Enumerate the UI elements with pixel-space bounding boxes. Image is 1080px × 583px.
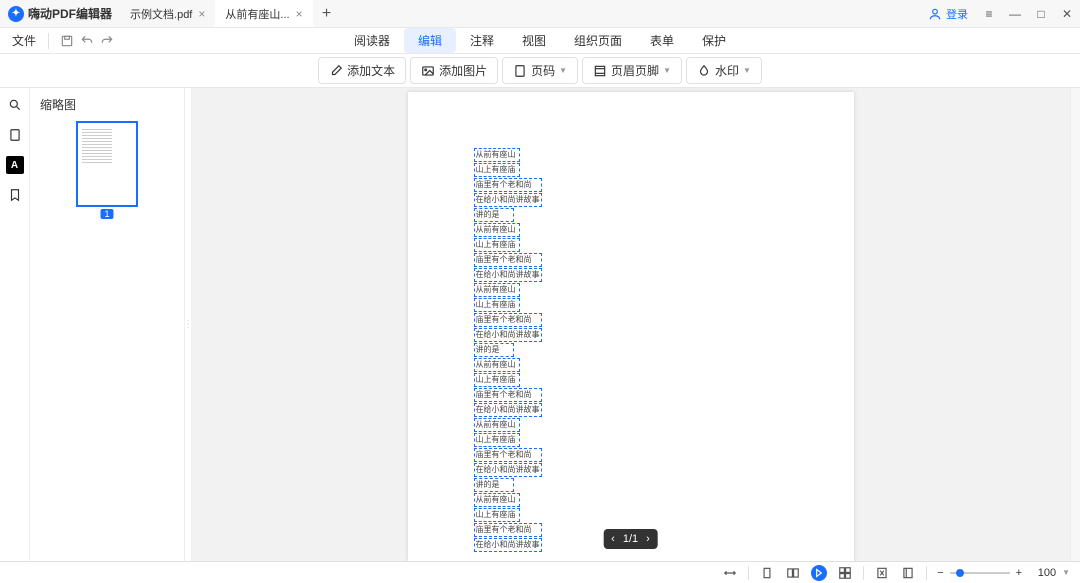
page-1[interactable]: 从前有座山山上有座庙庙里有个老和尚在给小和尚讲故事讲的是从前有座山山上有座庙庙里… <box>408 92 854 561</box>
watermark-icon <box>697 64 711 78</box>
thumbnail-panel-title: 缩略图 <box>38 96 176 113</box>
text-block[interactable]: 从前有座山 <box>474 418 520 432</box>
thumbnail-page-number: 1 <box>100 209 113 219</box>
canvas[interactable]: 从前有座山山上有座庙庙里有个老和尚在给小和尚讲故事讲的是从前有座山山上有座庙庙里… <box>191 88 1070 561</box>
app-name: 嗨动PDF编辑器 <box>28 5 112 22</box>
login-button[interactable]: 登录 <box>920 6 976 22</box>
page-number-button[interactable]: 页码 ▼ <box>502 57 578 84</box>
prev-page-button[interactable]: ‹ <box>611 533 615 545</box>
next-page-button[interactable]: › <box>646 533 650 545</box>
add-image-button[interactable]: 添加图片 <box>410 57 498 84</box>
undo-icon[interactable] <box>77 31 97 51</box>
continuous-two-page-icon[interactable] <box>837 565 853 581</box>
document-tabs: 示例文档.pdf × 从前有座山... × + <box>120 0 341 27</box>
page-icon <box>513 64 527 78</box>
text-block[interactable]: 庙里有个老和尚 <box>474 253 542 267</box>
add-tab-button[interactable]: + <box>313 0 341 27</box>
chevron-down-icon[interactable]: ▼ <box>1062 568 1070 577</box>
header-footer-button[interactable]: 页眉页脚 ▼ <box>582 57 682 84</box>
chevron-down-icon: ▼ <box>663 66 671 75</box>
tab-edit[interactable]: 编辑 <box>404 28 456 53</box>
continuous-scroll-icon[interactable] <box>811 565 827 581</box>
zoom-control: − + 100 ▼ <box>937 567 1070 579</box>
image-icon <box>421 64 435 78</box>
login-label: 登录 <box>946 6 968 22</box>
text-block[interactable]: 在给小和尚讲故事 <box>474 268 542 282</box>
actual-size-icon[interactable] <box>900 565 916 581</box>
menu-icon[interactable]: ≡ <box>976 0 1002 28</box>
text-block[interactable]: 庙里有个老和尚 <box>474 448 542 462</box>
page-thumbnail-1[interactable]: 1 <box>76 121 138 207</box>
text-block[interactable]: 山上有座庙 <box>474 508 520 522</box>
text-block[interactable]: 山上有座庙 <box>474 238 520 252</box>
redo-icon[interactable] <box>97 31 117 51</box>
text-block[interactable]: 在给小和尚讲故事 <box>474 328 542 342</box>
watermark-button[interactable]: 水印 ▼ <box>686 57 762 84</box>
zoom-out-button[interactable]: − <box>937 567 943 579</box>
tab-form[interactable]: 表单 <box>636 28 688 53</box>
app-logo-icon: ✦ <box>8 6 24 22</box>
text-block[interactable]: 在给小和尚讲故事 <box>474 193 542 207</box>
text-block[interactable]: 从前有座山 <box>474 148 520 162</box>
thumbnails-icon[interactable] <box>6 126 24 144</box>
text-block[interactable]: 山上有座庙 <box>474 373 520 387</box>
fit-page-icon[interactable] <box>874 565 890 581</box>
tab-label: 从前有座山... <box>225 6 289 22</box>
text-block[interactable]: 庙里有个老和尚 <box>474 313 542 327</box>
page-navigator: ‹ 1/1 › <box>603 529 658 549</box>
left-rail: A <box>0 88 30 561</box>
header-footer-icon <box>593 64 607 78</box>
text-block[interactable]: 庙里有个老和尚 <box>474 523 542 537</box>
vertical-scrollbar[interactable] <box>1070 88 1080 561</box>
close-icon[interactable]: × <box>198 7 205 21</box>
text-block[interactable]: 山上有座庙 <box>474 433 520 447</box>
text-block[interactable]: 在给小和尚讲故事 <box>474 538 542 552</box>
single-page-icon[interactable] <box>759 565 775 581</box>
save-icon[interactable] <box>57 31 77 51</box>
chevron-down-icon: ▼ <box>743 66 751 75</box>
text-block[interactable]: 从前有座山 <box>474 493 520 507</box>
tab-organize[interactable]: 组织页面 <box>560 28 636 53</box>
chevron-down-icon: ▼ <box>559 66 567 75</box>
text-block[interactable]: 山上有座庙 <box>474 298 520 312</box>
text-block[interactable]: 讲的是 <box>474 478 514 492</box>
text-block[interactable]: 山上有座庙 <box>474 163 520 177</box>
text-block[interactable]: 讲的是 <box>474 208 514 222</box>
zoom-in-button[interactable]: + <box>1016 567 1022 579</box>
thumbnail-preview <box>82 129 132 163</box>
tab-doc-0[interactable]: 示例文档.pdf × <box>120 0 215 27</box>
two-page-icon[interactable] <box>785 565 801 581</box>
text-block[interactable]: 从前有座山 <box>474 283 520 297</box>
tab-view[interactable]: 视图 <box>508 28 560 53</box>
zoom-value: 100 <box>1028 567 1056 579</box>
user-icon <box>928 7 942 21</box>
app-brand: ✦ 嗨动PDF编辑器 <box>0 5 120 22</box>
text-block[interactable]: 讲的是 <box>474 343 514 357</box>
thumbnail-panel: 缩略图 1 <box>30 88 185 561</box>
search-icon[interactable] <box>6 96 24 114</box>
text-block[interactable]: 在给小和尚讲故事 <box>474 403 542 417</box>
tab-annotate[interactable]: 注释 <box>456 28 508 53</box>
maximize-button[interactable]: □ <box>1028 0 1054 28</box>
zoom-slider[interactable] <box>950 572 1010 574</box>
fit-width-icon[interactable] <box>722 565 738 581</box>
close-button[interactable]: ✕ <box>1054 0 1080 28</box>
minimize-button[interactable]: — <box>1002 0 1028 28</box>
edit-icon <box>329 64 343 78</box>
tab-protect[interactable]: 保护 <box>688 28 740 53</box>
text-block[interactable]: 庙里有个老和尚 <box>474 178 542 192</box>
page-indicator: 1/1 <box>623 533 638 545</box>
bookmark-icon[interactable] <box>6 186 24 204</box>
close-icon[interactable]: × <box>296 7 303 21</box>
text-block[interactable]: 庙里有个老和尚 <box>474 388 542 402</box>
tab-label: 示例文档.pdf <box>130 6 192 22</box>
tab-reader[interactable]: 阅读器 <box>340 28 404 53</box>
text-icon[interactable]: A <box>6 156 24 174</box>
tab-doc-1[interactable]: 从前有座山... × <box>215 0 312 27</box>
add-text-button[interactable]: 添加文本 <box>318 57 406 84</box>
text-block[interactable]: 在给小和尚讲故事 <box>474 463 542 477</box>
text-block[interactable]: 从前有座山 <box>474 358 520 372</box>
text-block[interactable]: 从前有座山 <box>474 223 520 237</box>
file-menu[interactable]: 文件 <box>8 32 40 49</box>
